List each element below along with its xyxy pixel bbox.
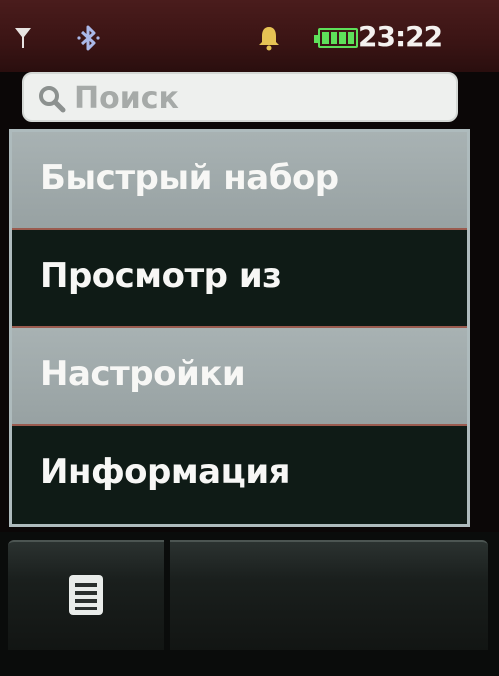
menu-item-view-from[interactable]: Просмотр из	[12, 230, 467, 328]
right-softkey[interactable]	[170, 540, 488, 650]
search-input[interactable]	[74, 80, 444, 116]
search-icon	[39, 86, 66, 113]
battery-icon	[314, 28, 358, 48]
menu-item-speed-dial[interactable]: Быстрый набор	[12, 132, 467, 230]
options-softkey[interactable]	[8, 540, 164, 650]
alarm-bell-icon	[259, 27, 279, 51]
signal-antenna-icon	[15, 28, 31, 48]
search-bar[interactable]	[22, 72, 458, 122]
menu-item-label: Информация	[40, 452, 290, 492]
menu-item-information[interactable]: Информация	[12, 426, 467, 524]
bluetooth-icon	[77, 25, 100, 51]
phone-screen: 23:22 Быстрый набор Просмотр из Настройк…	[0, 0, 499, 676]
clock: 23:22	[358, 20, 443, 53]
menu-item-label: Настройки	[40, 354, 246, 394]
status-bar: 23:22	[0, 0, 499, 72]
menu-item-label: Просмотр из	[40, 256, 282, 296]
menu-list-icon	[69, 575, 103, 615]
menu-list: Быстрый набор Просмотр из Настройки Инфо…	[9, 129, 470, 527]
menu-item-label: Быстрый набор	[40, 158, 339, 198]
menu-item-settings[interactable]: Настройки	[12, 328, 467, 426]
softkey-bar	[0, 532, 499, 676]
